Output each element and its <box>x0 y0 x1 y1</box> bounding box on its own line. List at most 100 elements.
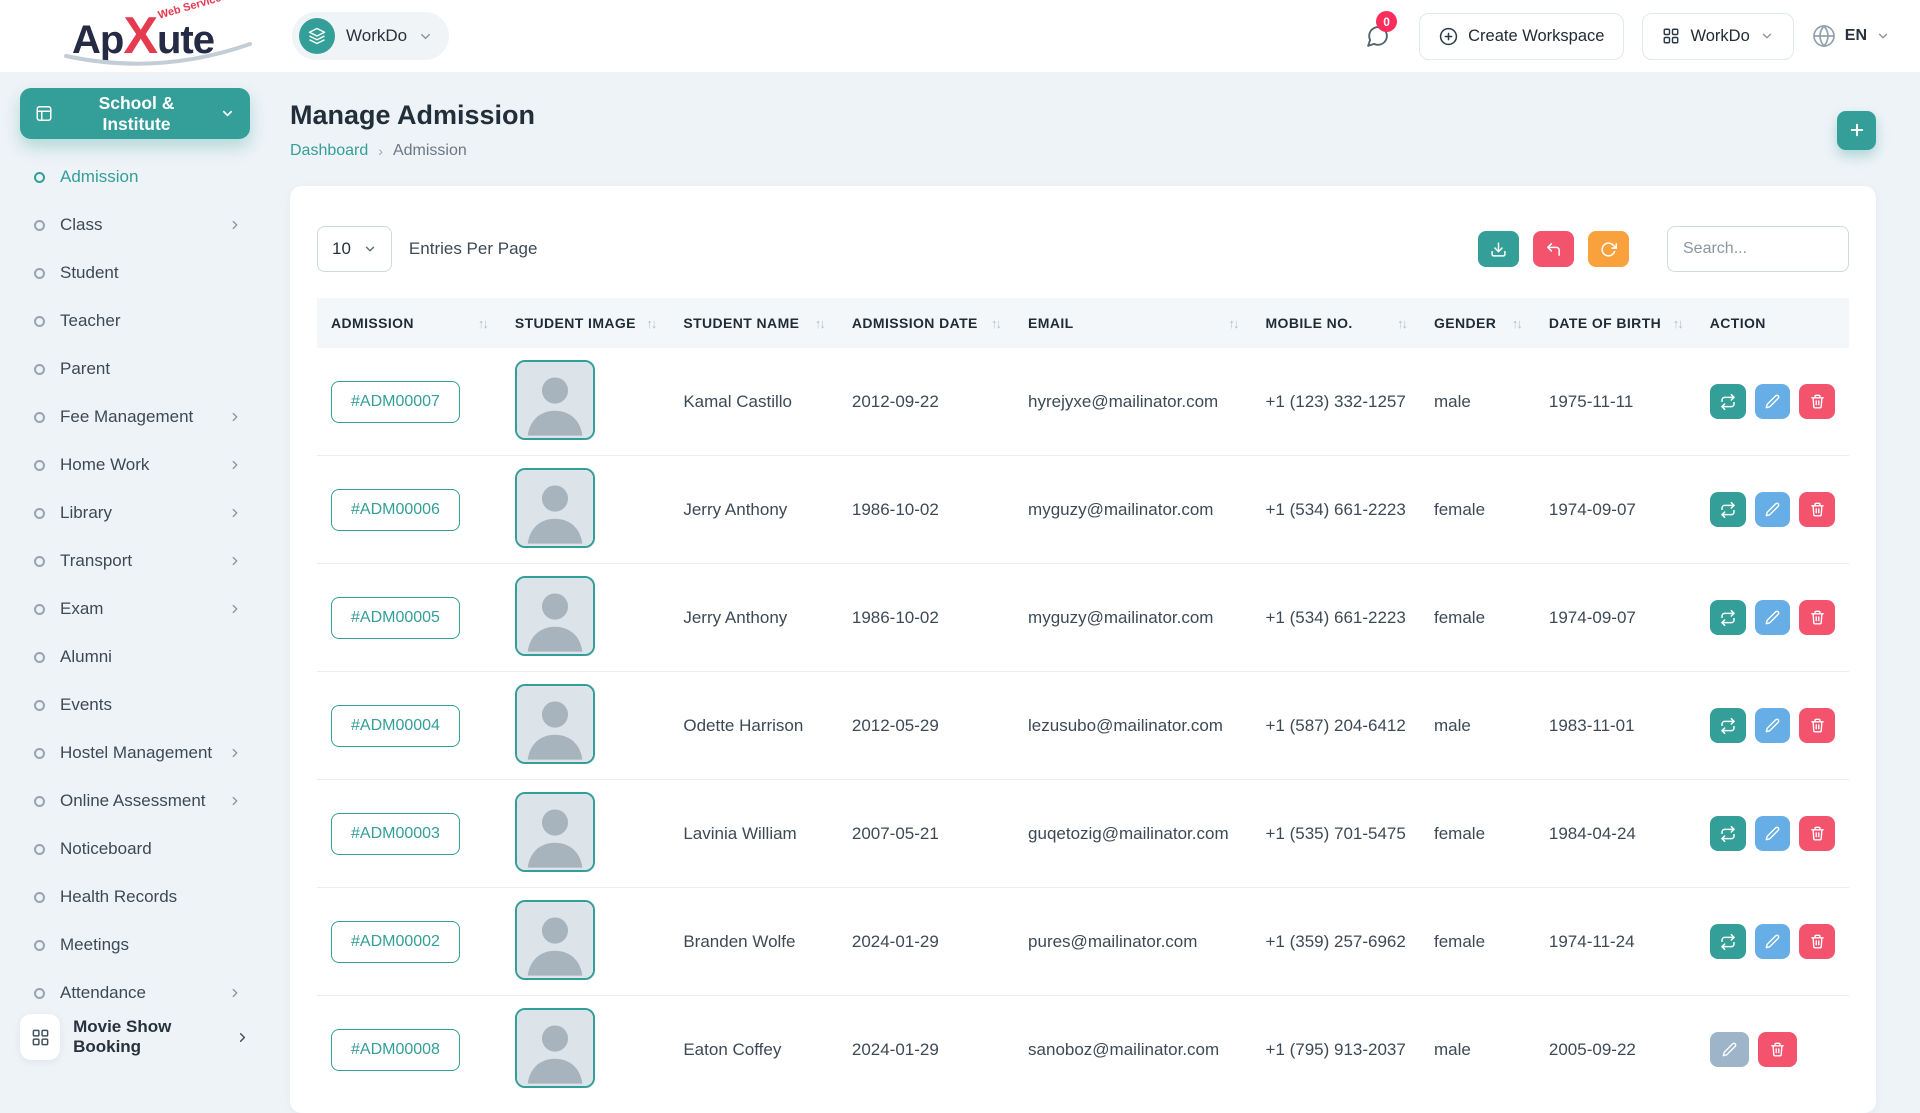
brand-logo[interactable]: ApXute Web Services <box>0 0 286 72</box>
undo-button[interactable] <box>1533 231 1574 267</box>
refresh-icon <box>1600 241 1617 258</box>
admission-id-button[interactable]: #ADM00007 <box>331 381 460 423</box>
sidebar-footer-label: Movie Show Booking <box>73 1017 222 1057</box>
edit-button[interactable] <box>1755 384 1791 419</box>
refresh-button[interactable] <box>1588 231 1629 267</box>
delete-button[interactable] <box>1799 924 1835 959</box>
column-header-admission-date[interactable]: ADMISSION DATE↑↓ <box>838 298 1014 348</box>
sidebar-item-admission[interactable]: Admission <box>20 153 250 201</box>
column-header-email[interactable]: EMAIL↑↓ <box>1014 298 1251 348</box>
email-cell: lezusubo@mailinator.com <box>1014 672 1251 780</box>
sidebar-item-teacher[interactable]: Teacher <box>20 297 250 345</box>
account-menu-button[interactable]: WorkDo <box>1642 13 1793 60</box>
create-workspace-button[interactable]: Create Workspace <box>1419 13 1624 60</box>
sidebar-section-school-institute[interactable]: School & Institute <box>20 88 250 139</box>
column-header-date-of-birth[interactable]: DATE OF BIRTH↑↓ <box>1535 298 1696 348</box>
column-header-action[interactable]: ACTION↑↓ <box>1696 298 1849 348</box>
sidebar-item-noticeboard[interactable]: Noticeboard <box>20 825 250 873</box>
edit-button[interactable] <box>1710 1032 1749 1067</box>
messages-button[interactable]: 0 <box>1353 14 1401 58</box>
sidebar-item-home-work[interactable]: Home Work <box>20 441 250 489</box>
sidebar-item-hostel-management[interactable]: Hostel Management <box>20 729 250 777</box>
edit-button[interactable] <box>1755 492 1791 527</box>
sidebar-item-attendance[interactable]: Attendance <box>20 969 250 1014</box>
column-header-gender[interactable]: GENDER↑↓ <box>1420 298 1535 348</box>
chevron-down-icon <box>220 106 235 121</box>
movie-booking-icon[interactable] <box>20 1014 60 1060</box>
add-admission-button[interactable] <box>1837 111 1876 150</box>
entries-per-page-select[interactable]: 10 <box>317 226 392 272</box>
edit-button[interactable] <box>1755 924 1791 959</box>
sidebar-item-fee-management[interactable]: Fee Management <box>20 393 250 441</box>
student-image[interactable] <box>515 792 595 872</box>
convert-button[interactable] <box>1710 708 1746 743</box>
admission-id-button[interactable]: #ADM00003 <box>331 813 460 855</box>
student-image[interactable] <box>515 1008 595 1088</box>
sidebar-item-online-assessment[interactable]: Online Assessment <box>20 777 250 825</box>
sidebar-item-events[interactable]: Events <box>20 681 250 729</box>
sidebar-item-exam[interactable]: Exam <box>20 585 250 633</box>
search-input[interactable] <box>1667 226 1849 272</box>
sort-icon[interactable]: ↑↓ <box>478 316 487 331</box>
sort-icon[interactable]: ↑↓ <box>1397 316 1406 331</box>
admission-date-cell: 2012-09-22 <box>838 348 1014 456</box>
email-cell: sanoboz@mailinator.com <box>1014 996 1251 1104</box>
student-image[interactable] <box>515 684 595 764</box>
student-name-cell: Kamal Castillo <box>669 348 838 456</box>
sidebar-item-meetings[interactable]: Meetings <box>20 921 250 969</box>
toolbar-actions <box>1478 226 1849 272</box>
table-row: #ADM00005 Jerry Anthony 1986-10-02 myguz… <box>317 564 1849 672</box>
delete-button[interactable] <box>1799 384 1835 419</box>
delete-button[interactable] <box>1758 1032 1797 1067</box>
language-selector[interactable]: EN <box>1812 24 1890 48</box>
convert-button[interactable] <box>1710 600 1746 635</box>
admission-id-button[interactable]: #ADM00006 <box>331 489 460 531</box>
column-header-mobile-no[interactable]: MOBILE NO.↑↓ <box>1251 298 1420 348</box>
edit-button[interactable] <box>1755 600 1791 635</box>
admission-id-button[interactable]: #ADM00005 <box>331 597 460 639</box>
student-image[interactable] <box>515 900 595 980</box>
sidebar-item-class[interactable]: Class <box>20 201 250 249</box>
row-actions <box>1710 924 1835 959</box>
admission-id-button[interactable]: #ADM00004 <box>331 705 460 747</box>
edit-button[interactable] <box>1755 708 1791 743</box>
student-image[interactable] <box>515 576 595 656</box>
student-image[interactable] <box>515 468 595 548</box>
edit-button[interactable] <box>1755 816 1791 851</box>
item-bullet-icon <box>34 988 45 999</box>
sidebar-item-library[interactable]: Library <box>20 489 250 537</box>
sort-icon[interactable]: ↑↓ <box>646 316 655 331</box>
sidebar-item-parent[interactable]: Parent <box>20 345 250 393</box>
chevron-right-icon <box>228 218 242 232</box>
delete-button[interactable] <box>1799 708 1835 743</box>
sort-icon[interactable]: ↑↓ <box>1512 316 1521 331</box>
delete-button[interactable] <box>1799 600 1835 635</box>
sort-icon[interactable]: ↑↓ <box>991 316 1000 331</box>
sidebar-item-student[interactable]: Student <box>20 249 250 297</box>
sort-icon[interactable]: ↑↓ <box>1228 316 1237 331</box>
breadcrumb-dashboard-link[interactable]: Dashboard <box>290 142 368 160</box>
sidebar-item-health-records[interactable]: Health Records <box>20 873 250 921</box>
convert-button[interactable] <box>1710 924 1746 959</box>
sort-icon[interactable]: ↑↓ <box>815 316 824 331</box>
sidebar-item-transport[interactable]: Transport <box>20 537 250 585</box>
convert-button[interactable] <box>1710 384 1746 419</box>
column-header-student-image[interactable]: STUDENT IMAGE↑↓ <box>501 298 670 348</box>
column-header-admission[interactable]: ADMISSION↑↓ <box>317 298 501 348</box>
mobile-cell: +1 (123) 332-1257 <box>1251 348 1420 456</box>
student-image[interactable] <box>515 360 595 440</box>
workspace-switcher[interactable]: WorkDo <box>292 12 449 60</box>
delete-button[interactable] <box>1799 816 1835 851</box>
sidebar-footer[interactable]: Movie Show Booking <box>20 1014 250 1060</box>
gender-cell: male <box>1420 996 1535 1104</box>
convert-button[interactable] <box>1710 492 1746 527</box>
sort-icon[interactable]: ↑↓ <box>1673 316 1682 331</box>
delete-button[interactable] <box>1799 492 1835 527</box>
sidebar-item-alumni[interactable]: Alumni <box>20 633 250 681</box>
admission-id-button[interactable]: #ADM00002 <box>331 921 460 963</box>
admission-id-button[interactable]: #ADM00008 <box>331 1029 460 1071</box>
export-download-button[interactable] <box>1478 231 1519 267</box>
convert-button[interactable] <box>1710 816 1746 851</box>
item-bullet-icon <box>34 508 45 519</box>
column-header-student-name[interactable]: STUDENT NAME↑↓ <box>669 298 838 348</box>
